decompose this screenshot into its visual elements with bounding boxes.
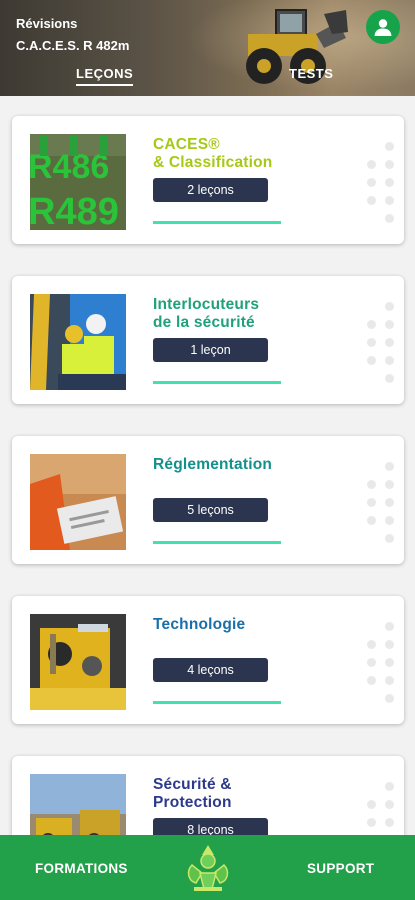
header-title: Révisions (16, 16, 78, 31)
svg-text:R489: R489 (30, 191, 119, 230)
decorative-dots (367, 142, 397, 223)
nav-formations-button[interactable]: FORMATIONS (35, 861, 128, 876)
decorative-dots (367, 462, 397, 543)
workers-image (30, 294, 126, 390)
lesson-count-badge: 1 leçon (153, 338, 268, 362)
lesson-thumbnail-reglementation (30, 454, 126, 550)
decorative-dots (367, 302, 397, 383)
tab-lessons-label: LEÇONS (76, 66, 134, 81)
lesson-title: Interlocuteurs de la sécurité (153, 296, 260, 331)
app-logo-icon[interactable] (184, 843, 232, 893)
bottom-navigation: FORMATIONS SUPPORT (0, 835, 415, 900)
clipboard-image (30, 454, 126, 550)
lesson-thumbnail-interlocuteurs (30, 294, 126, 390)
header: Révisions C.A.C.E.S. R 482m LEÇONS TESTS (0, 0, 415, 96)
lesson-title: CACES® & Classification (153, 136, 273, 171)
lesson-count-badge: 2 leçons (153, 178, 268, 202)
engine-image (30, 614, 126, 710)
profile-button[interactable] (366, 10, 400, 44)
progress-bar (153, 381, 281, 384)
progress-bar (153, 701, 281, 704)
header-subtitle: C.A.C.E.S. R 482m (16, 38, 130, 53)
decorative-dots (367, 622, 397, 703)
lesson-count-badge: 4 leçons (153, 658, 268, 682)
active-tab-indicator (76, 84, 134, 86)
lesson-title: Technologie (153, 616, 246, 633)
nav-support-button[interactable]: SUPPORT (307, 861, 374, 876)
lesson-card-caces[interactable]: R486 R489 CACES® & Classification 2 leço… (12, 116, 404, 244)
lesson-card-reglementation[interactable]: Réglementation 5 leçons (12, 436, 404, 564)
lesson-thumbnail-technologie (30, 614, 126, 710)
tab-tests[interactable]: TESTS (289, 66, 333, 81)
caces-sign-image: R486 R489 (30, 134, 126, 230)
user-icon (374, 19, 392, 36)
lesson-title: Réglementation (153, 456, 273, 473)
lesson-card-technologie[interactable]: Technologie 4 leçons (12, 596, 404, 724)
lesson-title: Sécurité & Protection (153, 776, 232, 811)
tab-tests-label: TESTS (289, 66, 334, 81)
lesson-card-interlocuteurs[interactable]: Interlocuteurs de la sécurité 1 leçon (12, 276, 404, 404)
lesson-thumbnail-caces: R486 R489 (30, 134, 126, 230)
progress-bar (153, 541, 281, 544)
tab-lessons[interactable]: LEÇONS (76, 66, 134, 86)
progress-bar (153, 221, 281, 224)
lesson-count-badge: 5 leçons (153, 498, 268, 522)
